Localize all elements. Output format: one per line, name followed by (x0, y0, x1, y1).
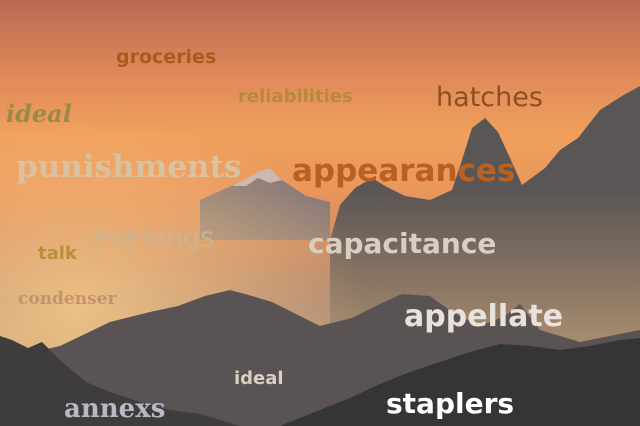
word-hatches: hatches (436, 82, 543, 113)
word-groceries: groceries (116, 46, 217, 68)
word-capacitance: capacitance (308, 227, 497, 260)
word-appearances: appearances (292, 153, 516, 189)
mountain-silhouettes (0, 0, 640, 426)
word-evenings: evenings (92, 222, 215, 253)
sunset-mountain-photo: groceries reliabilities hatches ideal pu… (0, 0, 640, 426)
word-ideal-bottom: ideal (234, 368, 284, 389)
word-annexs: annexs (64, 394, 166, 424)
word-appellate: appellate (404, 299, 564, 334)
word-condenser: condenser (18, 289, 117, 309)
word-talk: talk (38, 243, 77, 264)
word-ideal-top: ideal (6, 99, 72, 128)
word-punishments: punishments (16, 149, 242, 185)
word-reliabilities: reliabilities (238, 86, 353, 107)
word-staplers: staplers (386, 387, 515, 420)
